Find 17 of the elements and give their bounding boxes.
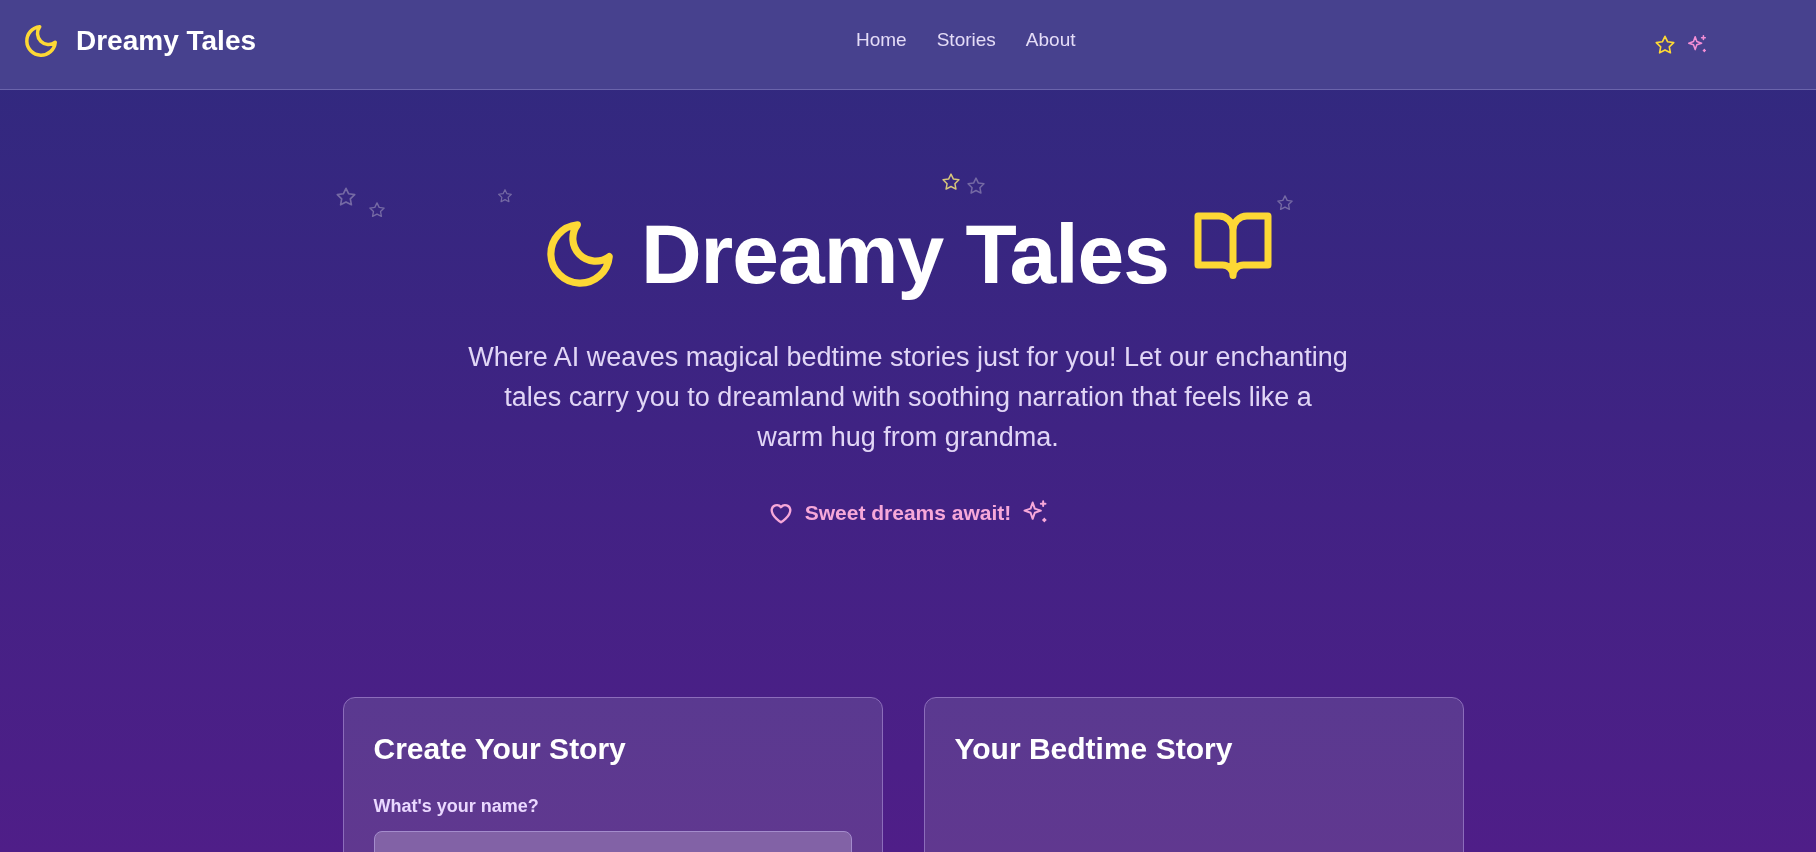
star-icon [368,201,386,219]
star-icon [1654,33,1676,56]
site-logo[interactable]: Dreamy Tales [76,24,257,57]
nav-link[interactable]: Stories [936,28,996,51]
nav-link[interactable]: About [1025,28,1076,51]
star-icon [335,186,357,208]
hero-title: Dreamy Tales [640,206,1170,303]
field-label: What's your name? [373,795,540,817]
star-icon [1276,194,1294,212]
star-icon [941,172,961,192]
tagline: Sweet dreams await! [804,500,1012,525]
nav-link[interactable]: Home [856,28,907,51]
star-icon [497,188,513,204]
star-icon [966,176,986,196]
hero-subtitle: Where AI weaves magical bedtime stories just for you! Let our enchanting tales carry you to dreamland with soothing narration that feels like a warm hug from grandma. [468,340,1348,454]
card-title: Create Your Story [373,731,627,766]
card-title: Your Bedtime Story [954,731,1234,766]
